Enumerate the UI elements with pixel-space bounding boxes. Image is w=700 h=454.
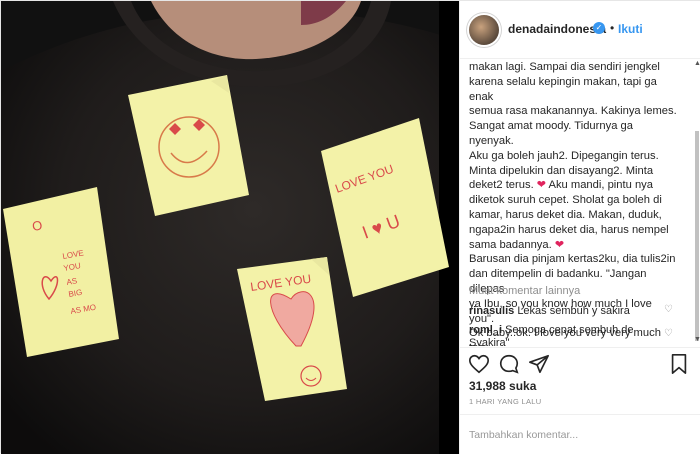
add-comment-placeholder[interactable]: Tambahkan komentar... <box>469 429 578 441</box>
caption-line: Sangat amat moody. Tidurnya ga nyenyak. <box>469 120 633 147</box>
post-photo[interactable]: O LOVE YOU AS BIG AS MO LOVE YOU LOVE YO… <box>1 1 459 454</box>
scroll-up-arrow-icon[interactable]: ▲ <box>694 60 700 67</box>
caption-line: Aku ga boleh jauh2. Dipegangin terus. <box>469 149 659 162</box>
avatar[interactable] <box>469 15 499 45</box>
likes-count[interactable]: 31,988 suka <box>469 379 536 393</box>
comment-like-icon[interactable]: ♡ <box>664 304 673 315</box>
caption-line: semua rasa makanannya. Kakinya lemes. <box>469 105 677 118</box>
post-caption: makan lagi. Sampai dia sendiri jengkel k… <box>469 60 679 346</box>
heart-outline-icon[interactable] <box>468 353 490 375</box>
scrollbar-thumb[interactable] <box>695 131 699 341</box>
caption-line: makan lagi. Sampai dia sendiri jengkel <box>469 61 660 73</box>
post-side-panel: denadaindonesia ✓ • Ikuti makan lagi. Sa… <box>459 1 700 454</box>
bookmark-icon[interactable] <box>668 353 690 375</box>
comment-bubble-icon[interactable] <box>498 353 520 375</box>
separator-dot: • <box>610 21 615 35</box>
username-link[interactable]: denadaindonesia <box>508 22 606 36</box>
caption-line: diketok suruh cepet. Sholat ga boleh di <box>469 194 662 207</box>
scroll-down-arrow-icon[interactable]: ▼ <box>694 336 700 343</box>
caption-line: ngapa2in harus deket dia, harus nempel <box>469 223 669 236</box>
caption-line: Barusan dia pinjam kertas2ku, dia tulis2… <box>469 253 676 266</box>
comments-scrollbar[interactable]: ▲ ▼ <box>694 60 700 345</box>
heart-emoji-icon: ❤ <box>554 238 565 251</box>
follow-button[interactable]: Ikuti <box>618 22 643 36</box>
svg-text:AS: AS <box>66 276 78 287</box>
instagram-post: O LOVE YOU AS BIG AS MO LOVE YOU LOVE YO… <box>0 0 700 454</box>
comment-username[interactable]: roml_i <box>469 324 502 336</box>
caption-line: sama badannya. <box>469 238 552 251</box>
comment-row: roml_i Semoga cepat sembuh de Syakira" <box>469 324 669 346</box>
comment-text: Syakira" <box>469 337 510 346</box>
add-comment-field[interactable]: Tambahkan komentar... <box>460 414 700 454</box>
caption-line: karena selalu kepingin makan, tapi ga en… <box>469 75 657 103</box>
verified-check-icon: ✓ <box>593 22 605 34</box>
comment-text: Semoga cepat sembuh de <box>505 324 634 336</box>
load-more-comments-link[interactable]: Muat komentar lainnya <box>469 285 580 297</box>
caption-line: deket2 terus. <box>469 179 534 192</box>
action-bar <box>460 347 700 378</box>
share-plane-icon[interactable] <box>528 353 550 375</box>
post-header: denadaindonesia ✓ • Ikuti <box>460 1 700 59</box>
comment-row: rinasulis Lekas sembuh y sakira <box>469 305 669 317</box>
post-timestamp[interactable]: 1 HARI YANG LALU <box>469 397 541 406</box>
caption-line: Aku mandi, pintu nya <box>546 179 654 192</box>
comment-like-icon[interactable]: ♡ <box>664 328 673 339</box>
caption-line: Minta dipelukin dan disayang2. Minta <box>469 164 654 177</box>
caption-line: kamar, harus deket dia. Makan, duduk, <box>469 208 662 221</box>
comment-username[interactable]: rinasulis <box>469 305 514 317</box>
comments-area[interactable]: makan lagi. Sampai dia sendiri jengkel k… <box>460 60 692 346</box>
comment-text: Lekas sembuh y sakira <box>517 305 630 317</box>
photo-illustration: O LOVE YOU AS BIG AS MO LOVE YOU LOVE YO… <box>1 1 459 454</box>
heart-emoji-icon: ❤ <box>536 179 547 192</box>
